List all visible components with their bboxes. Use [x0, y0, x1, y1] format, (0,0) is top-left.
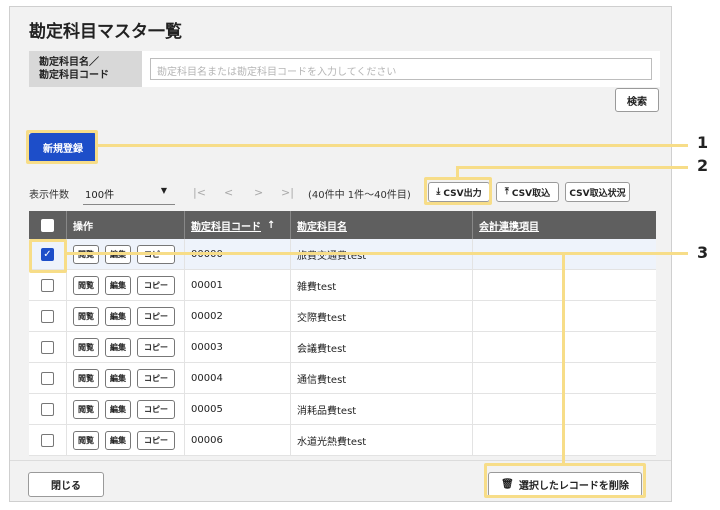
header-code[interactable]: 勘定科目コード ↑: [185, 211, 291, 239]
edit-button[interactable]: 編集: [105, 400, 131, 419]
callout-1: 1: [697, 133, 709, 152]
row-name: 通信費test: [291, 363, 473, 394]
header-name-label: 勘定科目名: [297, 221, 347, 233]
csv-import-button[interactable]: ⤒ CSV取込: [496, 182, 559, 202]
callout-line-2: [456, 166, 688, 169]
row-code: 00004: [185, 363, 291, 394]
row-actions: 閲覧編集コピー: [67, 270, 185, 301]
row-actions: 閲覧編集コピー: [67, 332, 185, 363]
highlight-delete-button: [484, 463, 646, 498]
select-all-checkbox[interactable]: [41, 218, 54, 232]
row-code: 00002: [185, 301, 291, 332]
header-code-label: 勘定科目コード: [191, 221, 261, 233]
highlight-new-button: [26, 130, 98, 164]
search-label: 勘定科目名／ 勘定科目コード: [29, 51, 142, 87]
edit-button[interactable]: 編集: [105, 338, 131, 357]
last-page-icon[interactable]: >|: [281, 186, 294, 199]
row-actions: 閲覧編集コピー: [67, 301, 185, 332]
view-button[interactable]: 閲覧: [73, 431, 99, 450]
close-button[interactable]: 閉じる: [28, 472, 104, 497]
row-name: 雑費test: [291, 270, 473, 301]
row-code: 00005: [185, 394, 291, 425]
table-header: 操作 勘定科目コード ↑ 勘定科目名 会計連携項目: [29, 211, 656, 239]
row-actions: 閲覧編集コピー: [67, 363, 185, 394]
view-button[interactable]: 閲覧: [73, 338, 99, 357]
edit-button[interactable]: 編集: [105, 431, 131, 450]
row-select-cell: [29, 332, 67, 363]
row-select-cell: [29, 301, 67, 332]
page-title: 勘定科目マスタ一覧: [29, 22, 182, 42]
view-button[interactable]: 閲覧: [73, 400, 99, 419]
row-actions: 閲覧編集コピー: [67, 394, 185, 425]
highlight-csv-export: [424, 177, 492, 205]
edit-button[interactable]: 編集: [105, 307, 131, 326]
edit-button[interactable]: 編集: [105, 369, 131, 388]
view-button[interactable]: 閲覧: [73, 307, 99, 326]
row-actions: 閲覧編集コピー: [67, 425, 185, 456]
row-select-cell: [29, 425, 67, 456]
callout-line-3: [67, 252, 688, 255]
next-page-icon[interactable]: >: [254, 186, 263, 199]
row-name: 会議費test: [291, 332, 473, 363]
select-all-cell: [29, 211, 67, 239]
copy-button[interactable]: コピー: [137, 400, 175, 419]
csv-import-label: CSV取込: [511, 188, 551, 199]
search-button[interactable]: 検索: [615, 88, 659, 112]
row-checkbox[interactable]: [41, 434, 54, 447]
search-input[interactable]: 勘定科目名または勘定科目コードを入力してください: [150, 58, 652, 80]
header-link-label: 会計連携項目: [479, 221, 539, 233]
row-checkbox[interactable]: [41, 403, 54, 416]
row-checkbox[interactable]: [41, 279, 54, 292]
row-checkbox[interactable]: [41, 372, 54, 385]
upload-icon: ⤒: [504, 187, 509, 197]
view-button[interactable]: 閲覧: [73, 369, 99, 388]
highlight-row-checkbox: [29, 239, 67, 273]
callout-line-3v: [562, 252, 565, 465]
view-button[interactable]: 閲覧: [73, 276, 99, 295]
per-page-select[interactable]: 100件 ▼: [83, 181, 175, 205]
chevron-down-icon: ▼: [160, 186, 167, 195]
row-select-cell: [29, 270, 67, 301]
record-range: (40件中 1件〜40件目): [308, 190, 411, 201]
header-link[interactable]: 会計連携項目: [473, 211, 656, 239]
sort-up-icon: ↑: [267, 219, 276, 231]
per-page-value: 100件: [85, 190, 115, 201]
pager-controls: 100件 ▼ |< < > >| (40件中 1件〜40件目): [29, 181, 429, 205]
copy-button[interactable]: コピー: [137, 369, 175, 388]
row-code: 00003: [185, 332, 291, 363]
header-name[interactable]: 勘定科目名: [291, 211, 473, 239]
callout-2: 2: [697, 156, 709, 175]
row-name: 水道光熱費test: [291, 425, 473, 456]
prev-page-icon[interactable]: <: [224, 186, 233, 199]
row-checkbox[interactable]: [41, 341, 54, 354]
search-label-line2: 勘定科目コード: [39, 70, 109, 81]
callout-line-1: [98, 144, 688, 147]
row-name: 消耗品費test: [291, 394, 473, 425]
row-select-cell: [29, 394, 67, 425]
first-page-icon[interactable]: |<: [193, 186, 206, 199]
row-code: 00001: [185, 270, 291, 301]
row-select-cell: [29, 363, 67, 394]
row-checkbox[interactable]: [41, 310, 54, 323]
header-ops: 操作: [67, 211, 185, 239]
csv-status-button[interactable]: CSV取込状況: [565, 182, 630, 202]
edit-button[interactable]: 編集: [105, 276, 131, 295]
copy-button[interactable]: コピー: [137, 338, 175, 357]
copy-button[interactable]: コピー: [137, 276, 175, 295]
callout-3: 3: [697, 243, 709, 262]
copy-button[interactable]: コピー: [137, 431, 175, 450]
row-name: 交際費test: [291, 301, 473, 332]
search-label-line1: 勘定科目名／: [39, 57, 99, 68]
copy-button[interactable]: コピー: [137, 307, 175, 326]
search-row: 勘定科目名／ 勘定科目コード 勘定科目名または勘定科目コードを入力してください: [29, 51, 660, 87]
row-code: 00006: [185, 425, 291, 456]
